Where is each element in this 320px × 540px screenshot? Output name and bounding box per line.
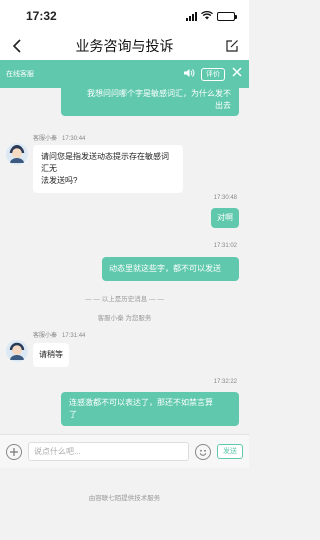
wifi-icon xyxy=(201,7,213,25)
service-bar: 在线客服 评价 xyxy=(0,60,249,88)
chat-area[interactable]: 我想问问哪个字是敏感词汇，为什么发不 出去 客服小秦 17:30:44 请问您是… xyxy=(0,88,249,434)
message-text: 动态里就这些字，都不可以发送 xyxy=(109,264,221,273)
message-time: 17:31:02 xyxy=(213,243,237,249)
user-message: 连感激都不可以表达了，那还不如禁言算 了 xyxy=(61,392,239,426)
message-text: 对啊 xyxy=(217,213,233,222)
battery-icon xyxy=(217,11,237,21)
service-name: 在线客服 xyxy=(6,71,34,78)
back-icon[interactable] xyxy=(8,37,26,55)
message-input[interactable] xyxy=(28,442,189,461)
agent-avatar xyxy=(6,340,28,362)
user-message: 我想问问哪个字是敏感词汇，为什么发不 出去 xyxy=(61,88,239,116)
powered-by: 由容联七陌提供技术服务 xyxy=(88,495,161,502)
footer: 由容联七陌提供技术服务 xyxy=(0,468,249,540)
edit-icon[interactable] xyxy=(223,37,241,55)
user-message: 动态里就这些字，都不可以发送 xyxy=(102,257,239,281)
emoji-icon[interactable] xyxy=(195,443,211,460)
message-time: 17:32:22 xyxy=(213,379,237,385)
message-text: 了 xyxy=(69,410,77,419)
agent-message: 请稍等 xyxy=(33,343,69,367)
user-message: 对啊 xyxy=(211,208,239,228)
message-text: 我想问问哪个字是敏感词汇，为什么发不 xyxy=(87,89,231,98)
message-text: 请问您是指发送动态提示存在敏感词汇无 xyxy=(41,152,169,173)
history-divider: — — 以上是历史消息 — — xyxy=(85,296,164,303)
message-time: 17:31:44 xyxy=(62,333,86,339)
message-text: 请稍等 xyxy=(39,350,63,359)
message-time: 17:30:44 xyxy=(62,136,86,142)
message-meta: 客服小秦 17:30:44 xyxy=(33,133,85,142)
nav-bar: 业务咨询与投诉 xyxy=(0,32,249,60)
message-text: 出去 xyxy=(215,101,231,110)
sender-name: 客服小秦 xyxy=(33,333,58,339)
status-bar: 17:32 xyxy=(0,0,249,32)
rate-button[interactable]: 评价 xyxy=(201,67,225,81)
status-time: 17:32 xyxy=(26,9,57,23)
add-button[interactable] xyxy=(6,443,22,460)
status-icons xyxy=(186,7,237,25)
message-meta: 客服小秦 17:31:44 xyxy=(33,330,85,339)
agent-message: 请问您是指发送动态提示存在敏感词汇无 法发送吗? xyxy=(33,145,183,193)
close-icon[interactable] xyxy=(231,65,243,83)
message-time: 17:30:48 xyxy=(213,195,237,201)
page-title: 业务咨询与投诉 xyxy=(75,38,174,54)
signal-icon xyxy=(186,11,197,21)
sender-name: 客服小秦 xyxy=(33,136,58,142)
speaker-icon[interactable] xyxy=(183,65,195,83)
input-bar: 发送 xyxy=(0,434,249,468)
message-text: 法发送吗? xyxy=(41,176,78,185)
send-button[interactable]: 发送 xyxy=(217,444,243,459)
agent-avatar xyxy=(6,143,28,165)
message-text: 连感激都不可以表达了，那还不如禁言算 xyxy=(69,398,213,407)
service-notice: 客服小秦 为您服务 xyxy=(97,315,152,322)
